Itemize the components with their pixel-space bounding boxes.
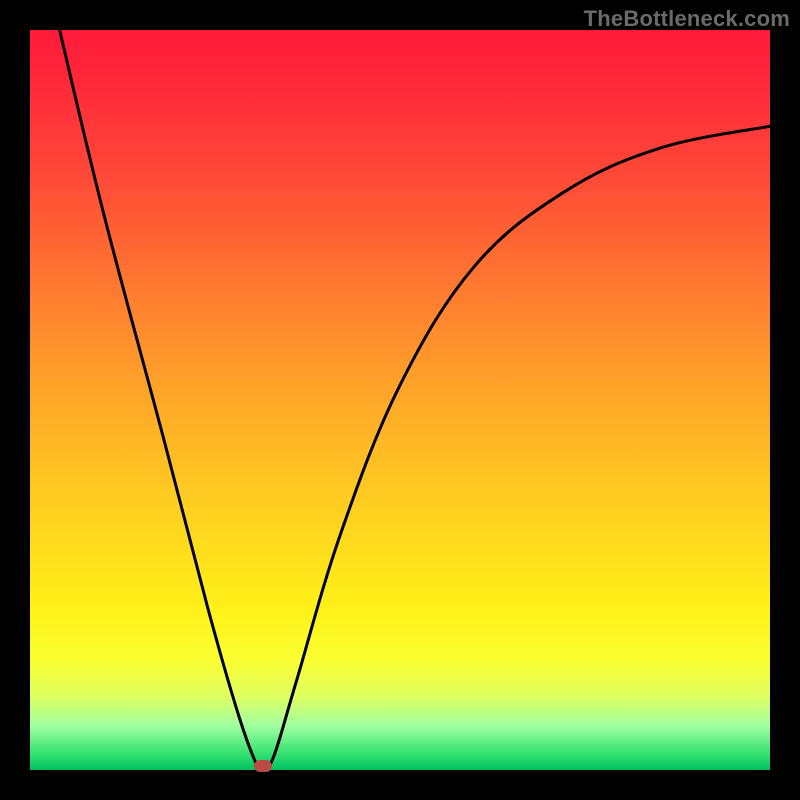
chart-frame: TheBottleneck.com — [0, 0, 800, 800]
watermark-text: TheBottleneck.com — [584, 6, 790, 32]
plot-area — [30, 30, 770, 770]
bottleneck-curve — [30, 30, 770, 770]
minimum-marker — [254, 760, 272, 772]
